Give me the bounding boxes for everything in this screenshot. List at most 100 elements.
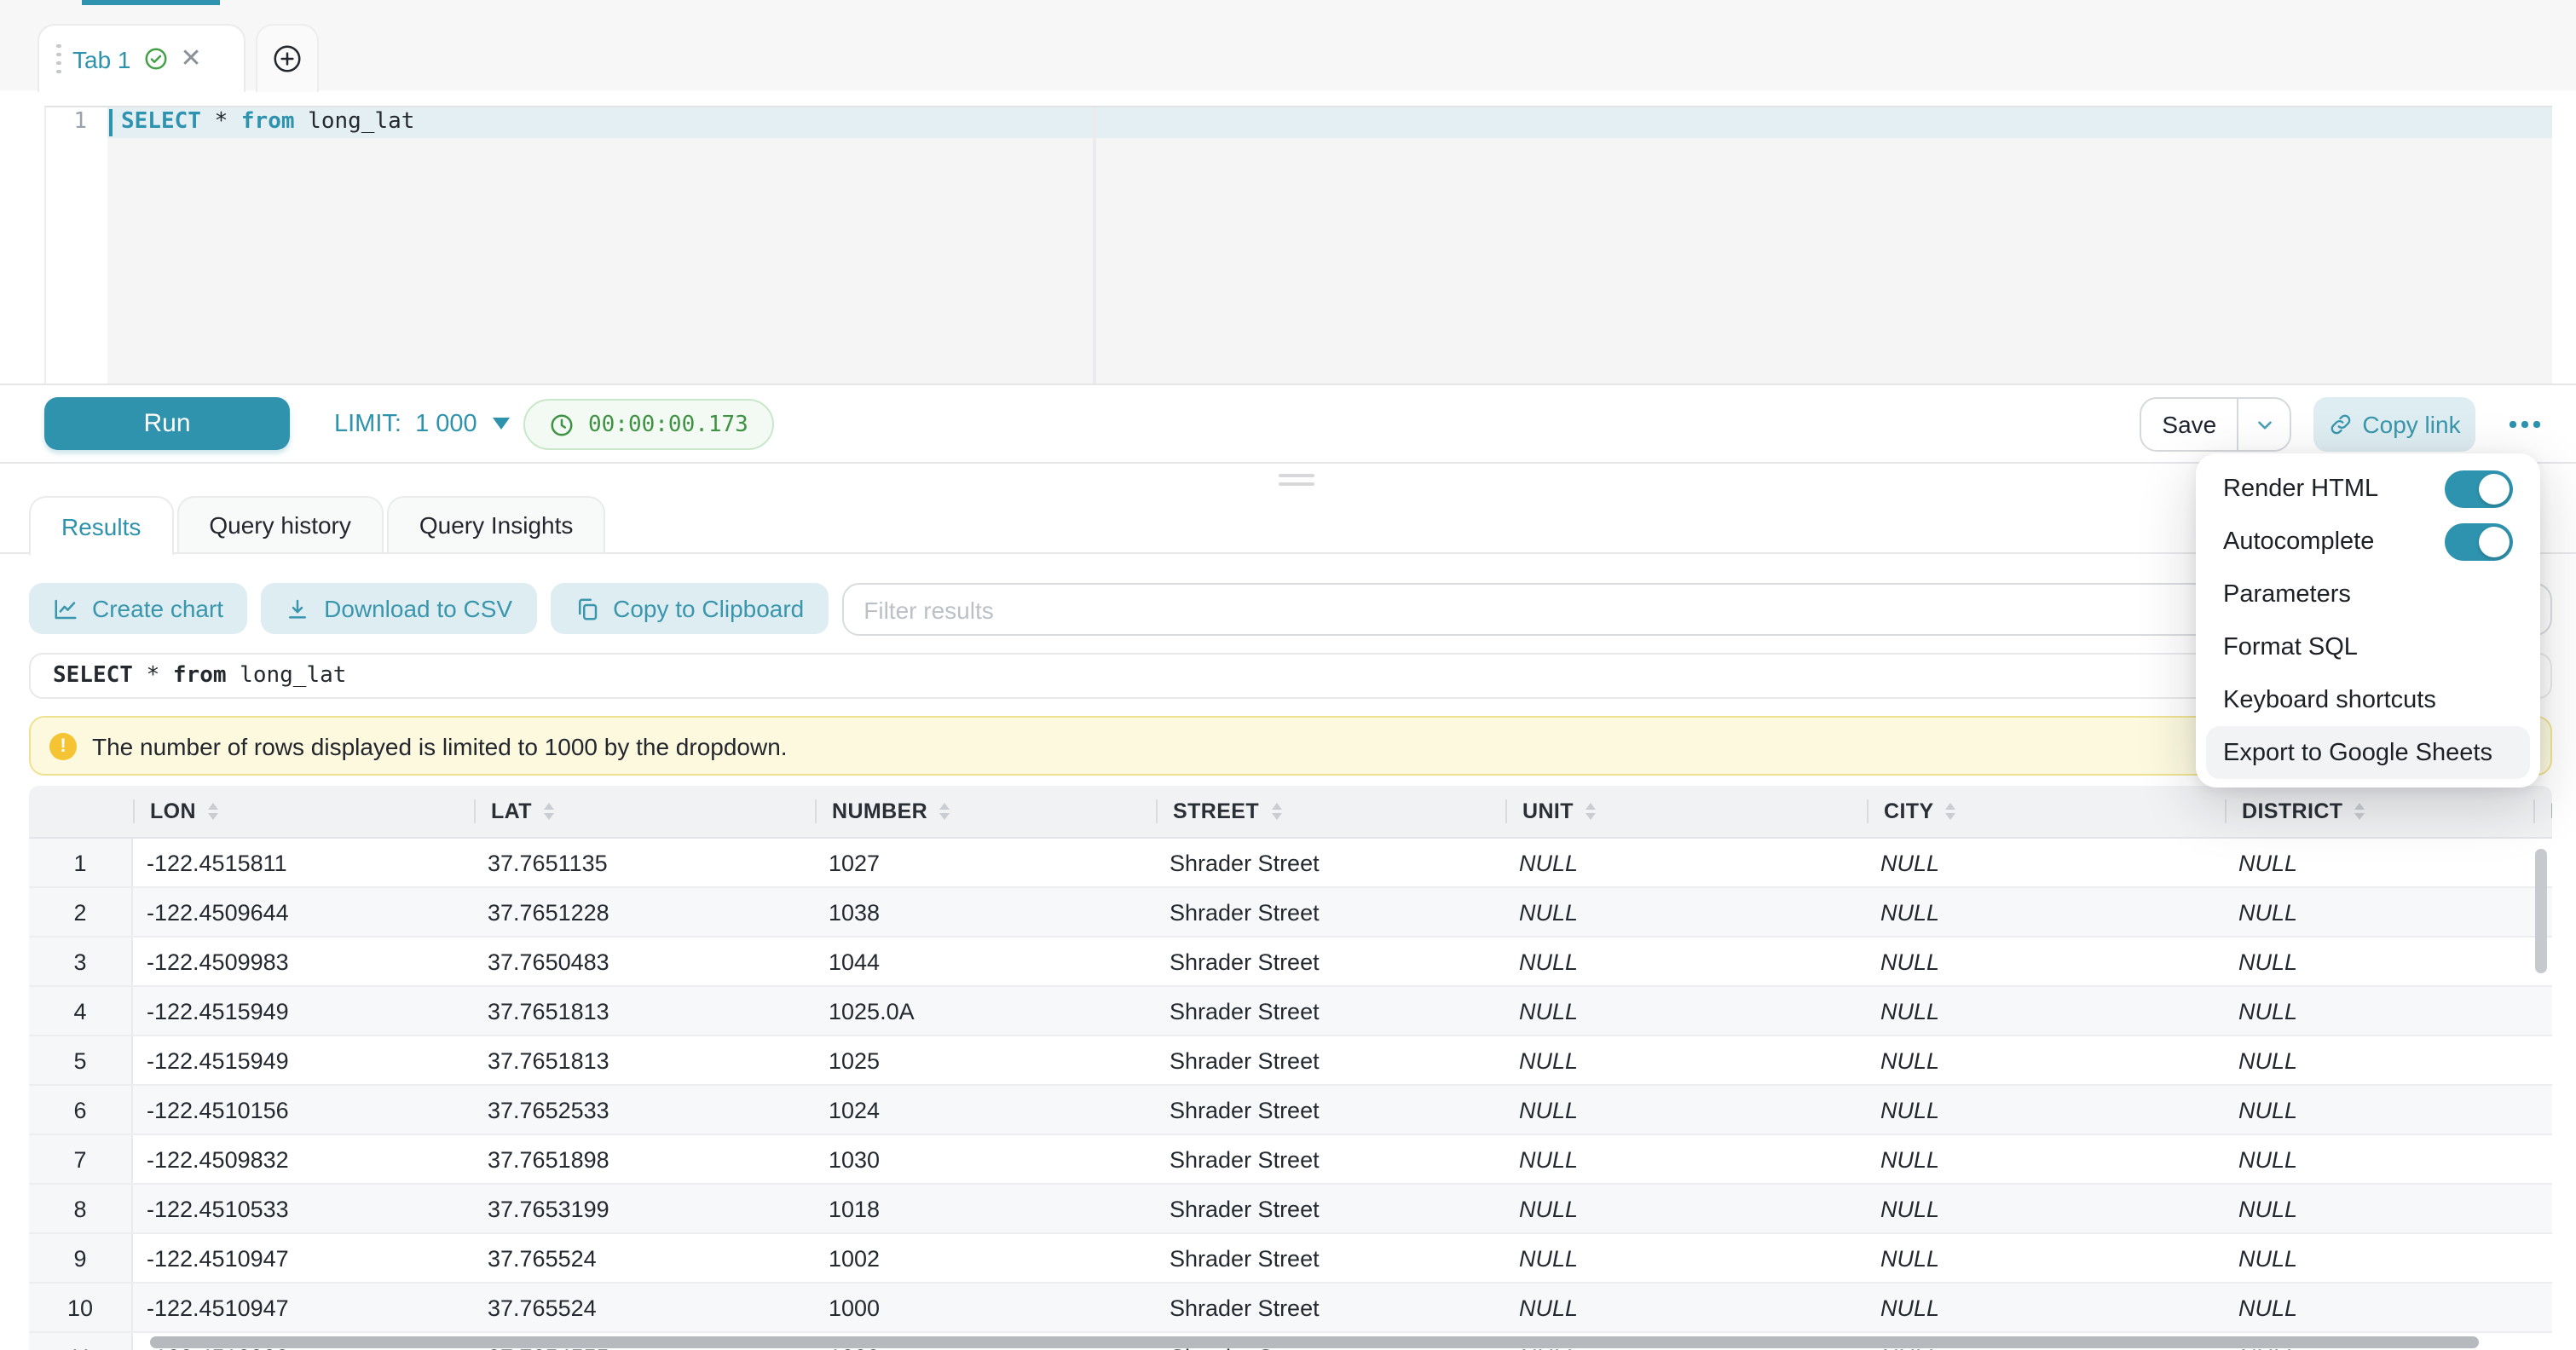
- panel-resize-handle[interactable]: [1279, 474, 1314, 489]
- table-cell[interactable]: NULL: [1505, 987, 1867, 1035]
- table-cell[interactable]: NULL: [1505, 1086, 1867, 1134]
- table-cell[interactable]: 37.7651135: [474, 839, 815, 886]
- table-cell[interactable]: 1025.0A: [815, 987, 1156, 1035]
- table-row[interactable]: 9-122.451094737.7655241002Shrader Street…: [29, 1234, 2552, 1284]
- table-cell[interactable]: 37.7652533: [474, 1086, 815, 1134]
- table-cell[interactable]: 1027: [815, 839, 1156, 886]
- table-cell[interactable]: NULL: [1867, 1036, 2225, 1084]
- table-cell[interactable]: NULL: [2225, 839, 2533, 886]
- table-row[interactable]: 3-122.450998337.76504831044Shrader Stree…: [29, 938, 2552, 987]
- menu-item-format-sql[interactable]: Format SQL: [2206, 620, 2530, 673]
- table-row[interactable]: 6-122.451015637.76525331024Shrader Stree…: [29, 1086, 2552, 1135]
- sql-editor[interactable]: 1 SELECT * from long_lat: [44, 106, 2552, 384]
- limit-dropdown[interactable]: LIMIT: 1 000: [334, 385, 510, 462]
- column-header-lon[interactable]: LON: [133, 786, 474, 837]
- table-cell[interactable]: NULL: [1867, 938, 2225, 985]
- table-cell[interactable]: NULL: [2225, 987, 2533, 1035]
- table-cell[interactable]: 1002: [815, 1234, 1156, 1282]
- tab-close-icon[interactable]: ✕: [181, 46, 202, 72]
- table-cell[interactable]: NULL: [2225, 1234, 2533, 1282]
- table-cell[interactable]: NULL: [2225, 1185, 2533, 1232]
- row-number-cell[interactable]: 3: [29, 938, 133, 985]
- table-cell[interactable]: 1038: [815, 888, 1156, 936]
- table-cell[interactable]: NULL: [1867, 1135, 2225, 1183]
- table-cell[interactable]: [2533, 1086, 2552, 1134]
- row-number-cell[interactable]: 1: [29, 839, 133, 886]
- menu-item-export-to-google-sheets[interactable]: Export to Google Sheets: [2206, 726, 2530, 779]
- table-cell[interactable]: -122.4509644: [133, 888, 474, 936]
- tab-results[interactable]: Results: [29, 496, 173, 556]
- row-number-cell[interactable]: 6: [29, 1086, 133, 1134]
- table-cell[interactable]: 37.765524: [474, 1284, 815, 1331]
- row-number-cell[interactable]: 7: [29, 1135, 133, 1183]
- toggle-switch-on[interactable]: [2445, 522, 2513, 560]
- table-cell[interactable]: 37.7651813: [474, 987, 815, 1035]
- table-cell[interactable]: NULL: [1505, 839, 1867, 886]
- copy-to-clipboard-button[interactable]: Copy to Clipboard: [550, 583, 828, 634]
- table-cell[interactable]: [2533, 987, 2552, 1035]
- table-cell[interactable]: 1030: [815, 1135, 1156, 1183]
- table-cell[interactable]: -122.4510533: [133, 1185, 474, 1232]
- table-row[interactable]: 1-122.451581137.76511351027Shrader Stree…: [29, 839, 2552, 888]
- row-number-cell[interactable]: 2: [29, 888, 133, 936]
- table-cell[interactable]: [2533, 1135, 2552, 1183]
- menu-item-keyboard-shortcuts[interactable]: Keyboard shortcuts: [2206, 673, 2530, 726]
- vertical-scrollbar[interactable]: [2535, 849, 2547, 973]
- table-cell[interactable]: NULL: [2225, 938, 2533, 985]
- column-header-street[interactable]: STREET: [1156, 786, 1505, 837]
- sql-code-line[interactable]: SELECT * from long_lat: [121, 107, 414, 138]
- table-cell[interactable]: NULL: [1505, 1135, 1867, 1183]
- table-cell[interactable]: 37.7650483: [474, 938, 815, 985]
- save-options-button[interactable]: [2238, 399, 2290, 450]
- column-header-district[interactable]: DISTRICT: [2225, 786, 2533, 837]
- tab-query-insights[interactable]: Query Insights: [387, 496, 606, 554]
- sort-arrows-icon[interactable]: [544, 803, 554, 820]
- row-number-cell[interactable]: 10: [29, 1284, 133, 1331]
- menu-item-parameters[interactable]: Parameters: [2206, 568, 2530, 620]
- table-cell[interactable]: Shrader Street: [1156, 1284, 1505, 1331]
- table-cell[interactable]: NULL: [1867, 1234, 2225, 1282]
- table-cell[interactable]: -122.4515949: [133, 1036, 474, 1084]
- table-cell[interactable]: Shrader Street: [1156, 888, 1505, 936]
- save-button[interactable]: Save: [2141, 399, 2238, 450]
- table-cell[interactable]: -122.4509983: [133, 938, 474, 985]
- copy-link-button[interactable]: Copy link: [2313, 397, 2475, 452]
- table-cell[interactable]: NULL: [1867, 839, 2225, 886]
- table-cell[interactable]: 37.7653199: [474, 1185, 815, 1232]
- more-options-button[interactable]: [2496, 397, 2554, 452]
- table-cell[interactable]: NULL: [2225, 888, 2533, 936]
- column-header-city[interactable]: CITY: [1867, 786, 2225, 837]
- table-cell[interactable]: NULL: [1867, 1284, 2225, 1331]
- table-cell[interactable]: NULL: [1505, 1185, 1867, 1232]
- table-cell[interactable]: Shrader Street: [1156, 1135, 1505, 1183]
- row-number-cell[interactable]: 8: [29, 1185, 133, 1232]
- table-cell[interactable]: 1025: [815, 1036, 1156, 1084]
- table-cell[interactable]: -122.4515811: [133, 839, 474, 886]
- table-cell[interactable]: [2533, 1234, 2552, 1282]
- table-cell[interactable]: Shrader Street: [1156, 1185, 1505, 1232]
- table-row[interactable]: 7-122.450983237.76518981030Shrader Stree…: [29, 1135, 2552, 1185]
- row-number-cell[interactable]: 5: [29, 1036, 133, 1084]
- table-cell[interactable]: Shrader Street: [1156, 839, 1505, 886]
- table-cell[interactable]: Shrader Street: [1156, 1036, 1505, 1084]
- table-row[interactable]: 8-122.451053337.76531991018Shrader Stree…: [29, 1185, 2552, 1234]
- column-header-re[interactable]: RE: [2533, 786, 2552, 837]
- sort-arrows-icon[interactable]: [208, 803, 218, 820]
- table-cell[interactable]: NULL: [1505, 1284, 1867, 1331]
- run-button[interactable]: Run: [44, 397, 290, 450]
- table-cell[interactable]: -122.4509832: [133, 1135, 474, 1183]
- table-cell[interactable]: NULL: [2225, 1284, 2533, 1331]
- table-cell[interactable]: Shrader Street: [1156, 987, 1505, 1035]
- table-cell[interactable]: 1024: [815, 1086, 1156, 1134]
- table-row[interactable]: 2-122.450964437.76512281038Shrader Stree…: [29, 888, 2552, 938]
- table-cell[interactable]: 37.7651813: [474, 1036, 815, 1084]
- sort-arrows-icon[interactable]: [1946, 803, 1956, 820]
- row-number-cell[interactable]: 4: [29, 987, 133, 1035]
- table-cell[interactable]: NULL: [1867, 987, 2225, 1035]
- table-cell[interactable]: -122.4515949: [133, 987, 474, 1035]
- table-cell[interactable]: Shrader Street: [1156, 1086, 1505, 1134]
- table-cell[interactable]: [2533, 1036, 2552, 1084]
- table-cell[interactable]: NULL: [1867, 1185, 2225, 1232]
- table-cell[interactable]: 1044: [815, 938, 1156, 985]
- horizontal-scrollbar[interactable]: [150, 1336, 2479, 1348]
